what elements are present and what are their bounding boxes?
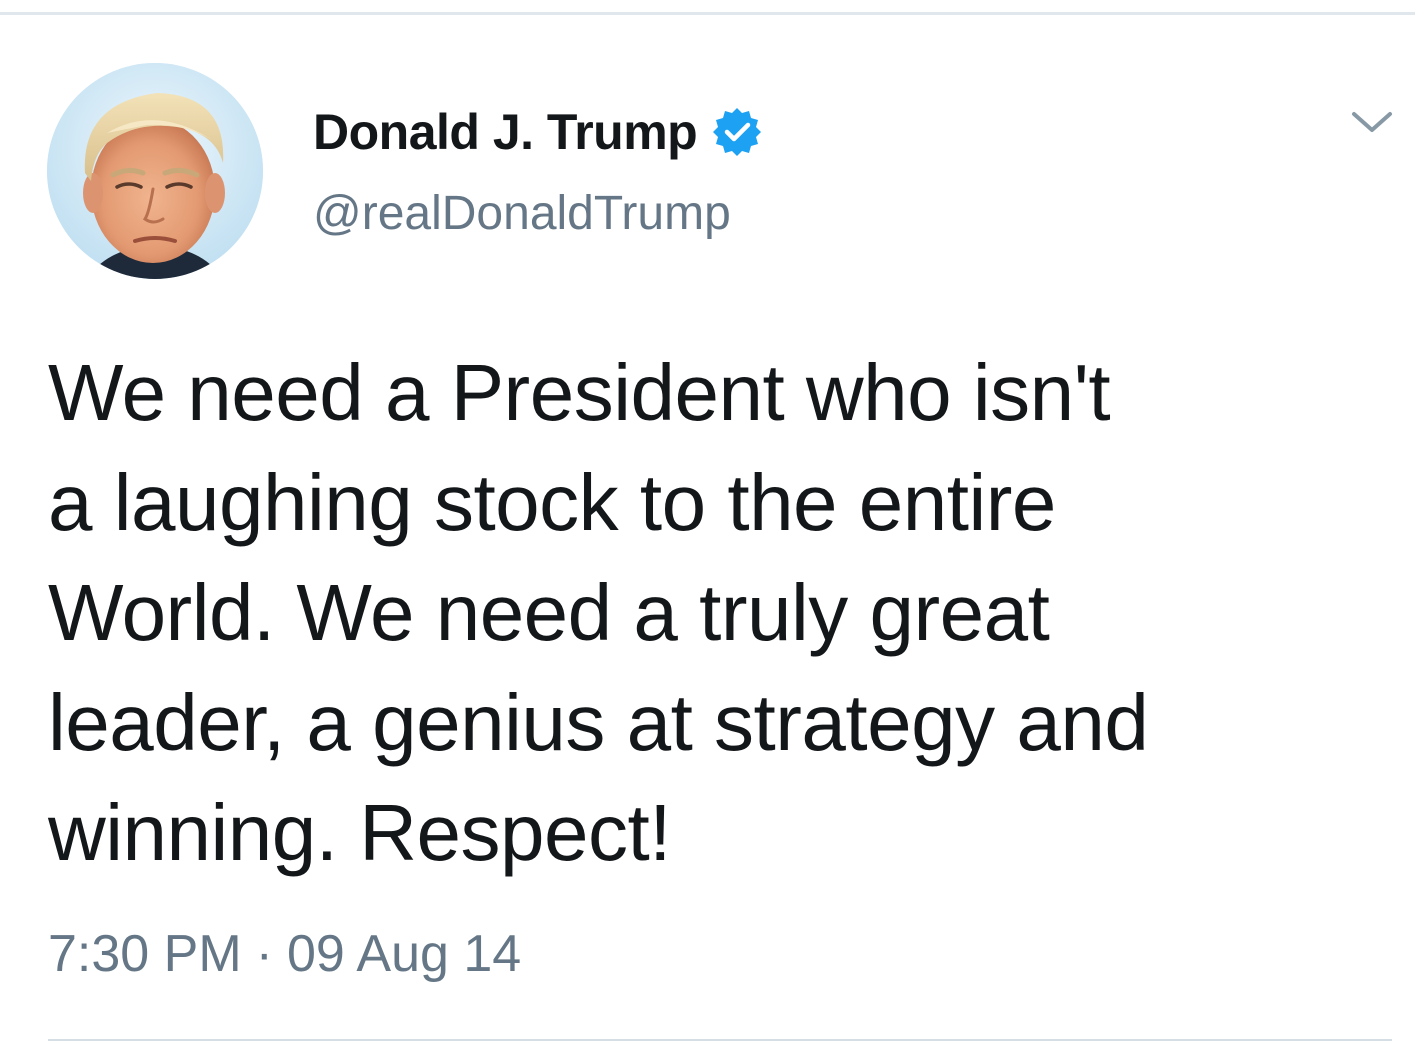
author-handle[interactable]: @realDonaldTrump [313, 186, 731, 242]
tweet-text-line: leader, a genius at strategy and [48, 678, 1149, 767]
tweet-text-line: We need a President who isn't [48, 348, 1111, 437]
tweet-text-line: winning. Respect! [48, 788, 671, 877]
author-display-name[interactable]: Donald J. Trump [313, 100, 698, 164]
bottom-divider [48, 1039, 1392, 1041]
avatar-image [47, 63, 263, 279]
tweet-text: We need a President who isn't a laughing… [48, 338, 1378, 888]
verified-badge-icon [713, 108, 762, 156]
timestamp-separator: · [255, 925, 273, 983]
tweet-text-line: World. We need a truly great [48, 568, 1050, 657]
tweet-date: 09 Aug 14 [286, 925, 522, 983]
tweet-timestamp[interactable]: 7:30 PM · 09 Aug 14 [48, 920, 521, 988]
tweet-text-line: a laughing stock to the entire [48, 458, 1056, 547]
tweet-time: 7:30 PM [48, 925, 242, 983]
chevron-down-icon[interactable] [1348, 104, 1396, 140]
author-name-row: Donald J. Trump [313, 100, 763, 164]
avatar[interactable] [47, 63, 263, 279]
top-divider [0, 12, 1415, 15]
